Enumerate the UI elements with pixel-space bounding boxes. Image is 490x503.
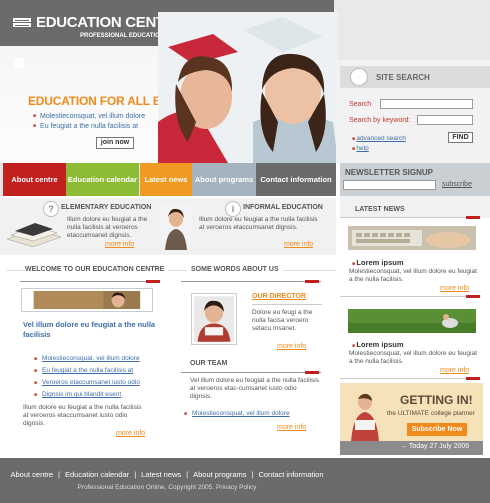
elementary-title: ELEMENTARY EDUCATION [61,204,152,211]
promo-title: GETTING IN! [400,393,473,407]
welcome-title: WELCOME TO OUR EDUCATION CENTRE [25,266,169,273]
keyword-input[interactable] [417,115,473,125]
arrow-icon: → [400,443,409,450]
footer-link-contact-information[interactable]: Contact information [258,470,323,479]
informal-text: Illum dolore eu feugiat a the nulla faci… [199,216,318,231]
footer-link-education-calendar[interactable]: Education calendar [65,470,129,479]
subscribe-link[interactable]: subscribe [442,181,472,188]
welcome-link[interactable]: Eu feugiat a the nulla facilisis at [34,367,154,374]
words-title: SOME WORDS ABOUT US [187,266,283,273]
search-label: Search [349,101,372,108]
news-item-title: ■ Lorem ipsum [352,340,404,349]
divider [340,296,470,297]
date-row: → Today 27 July 2006 [400,443,469,450]
news-item-title-text[interactable]: Lorem ipsum [356,258,403,267]
news-item-text: Molestieconsquat, vel illum dolore eu fe… [349,268,477,283]
divider-accent [466,295,480,298]
subscribe-now-button[interactable]: Subscribe Now [407,423,467,436]
divider-accent [305,371,319,374]
newsletter-title: NEWSLETTER SIGNUP [345,168,434,177]
question-icon: ? [43,201,59,217]
director-title[interactable]: OUR DIRECTOR [252,293,306,300]
latest-news-title: LATEST NEWS [355,206,405,213]
divider-accent [305,280,319,283]
divider [20,281,160,282]
divider-accent [466,377,480,380]
news-keyboard-image [348,226,476,250]
search-input[interactable] [380,99,473,109]
team-title: OUR TEAM [190,360,228,367]
divider [181,281,321,282]
tab-contact-information[interactable]: Contact information [256,163,336,196]
graduates-photo [158,12,338,163]
join-now-button[interactable]: join now [96,137,134,149]
help-row: ■ help [352,145,369,152]
news-item-text: Molestieconsquat, vel illum dolore eu fe… [349,350,477,365]
promo-subtitle: the ULTIMATE college planner [387,410,475,417]
student-phone-image [161,205,191,250]
find-button[interactable]: FIND [448,132,473,143]
divider [252,304,322,305]
divider [340,217,470,218]
divider-accent [466,216,480,219]
elementary-more-link[interactable]: more info [105,241,134,248]
newsletter-email-input[interactable] [343,180,436,190]
search-magnifier-icon [350,68,368,86]
team-more-link[interactable]: more info [277,424,306,431]
footer-link-about-centre[interactable]: About centre [10,470,53,479]
advanced-search-link[interactable]: advanced search [356,135,406,142]
help-link[interactable]: help [356,145,368,152]
promo-person-image [351,393,379,442]
news-item-title: ■ Lorem ipsum [352,258,404,267]
hero-item[interactable]: Eu feugiat a the nulla facilisis at [33,123,145,130]
divider [181,372,321,373]
tab-about-centre[interactable]: About centre [3,163,66,196]
news-more-link[interactable]: more info [440,285,469,292]
footer-link-about-programs[interactable]: About programs [193,470,246,479]
site-search-title: SITE SEARCH [376,73,430,82]
welcome-text: Illum dolore eu feugiat a the nulla faci… [23,404,142,427]
hero-list: Molestieconsquat, vel illum dolore Eu fe… [33,113,145,133]
team-heading: Vel illum dolore eu feugiat a the nulla … [190,377,320,401]
info-icon: i [225,201,241,217]
divider-accent [146,280,160,283]
team-link[interactable]: Molestieconsquat, vel illum dolore [184,410,324,417]
welcome-photo [22,289,152,311]
decor-corner [14,58,24,68]
tab-education-calendar[interactable]: Education calendar [66,163,139,196]
director-text: Dolore eu feugi a the nulla facisa veroe… [252,309,313,332]
tab-about-programs[interactable]: About programs [192,163,256,196]
keyword-label: Search by keyword: [349,117,411,124]
welcome-heading: Vel illum dolore eu feugiat a the nulla … [23,320,156,339]
director-more-link[interactable]: more info [277,343,306,350]
footer-copyright: Professional Education Online, Copyright… [77,484,257,491]
elementary-text: Illum dolore eu feugiat a the nulla faci… [67,216,148,239]
informal-more-link[interactable]: more info [284,241,313,248]
footer-link-latest-news[interactable]: Latest news [141,470,181,479]
book-logo-icon [13,18,31,27]
welcome-link[interactable]: Molestieconsquat, vel illum dolore [34,355,154,362]
director-photo [192,294,236,344]
today-date: Today 27 July 2006 [408,443,470,450]
welcome-links: Molestieconsquat, vel illum dolore Eu fe… [34,355,154,403]
welcome-link[interactable]: Dignsis im qui blandit esent [34,391,154,398]
welcome-link[interactable]: Veroeros etaccumsanet iusto odio [34,379,154,386]
informal-title: INFORMAL EDUCATION [243,204,323,211]
hero-item[interactable]: Molestieconsquat, vel illum dolore [33,113,145,120]
advanced-search-row: ■ advanced search [352,135,406,142]
divider [340,378,470,379]
news-item-title-text[interactable]: Lorem ipsum [356,340,403,349]
footer [0,458,490,503]
news-more-link[interactable]: more info [440,367,469,374]
team-links: Molestieconsquat, vel illum dolore [184,410,324,422]
footer-links: About centre | Education calendar | Latest n… [10,470,324,479]
team-heading-text: Vel illum dolore eu feugiat a the nulla … [190,377,319,400]
news-grass-image [348,309,476,333]
tab-latest-news[interactable]: Latest news [140,163,192,196]
welcome-more-link[interactable]: more info [116,430,145,437]
books-image [6,223,62,247]
